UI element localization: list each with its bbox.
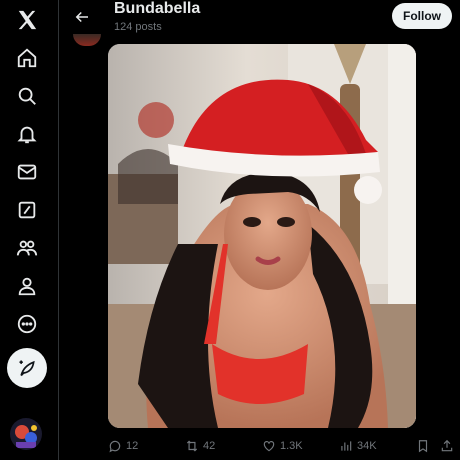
heart-icon [263,441,275,452]
search-icon[interactable] [7,76,47,116]
like-count: 1.3K [280,440,303,452]
like-button[interactable]: 1.3K [262,436,303,456]
profile-header: Bundabella 124 posts Follow [59,0,460,46]
notifications-icon[interactable] [7,114,47,154]
post-actions: 12 42 1.3K 34K [108,436,458,456]
follow-button[interactable]: Follow [392,3,452,29]
messages-icon[interactable] [7,152,47,192]
compose-post-button[interactable] [7,348,47,388]
more-icon[interactable] [7,304,47,344]
profile-name: Bundabella [114,0,201,17]
views-icon [341,441,352,451]
repost-button[interactable]: 42 [185,436,215,456]
view-count: 34K [357,440,377,452]
post-count: 124 posts [114,21,162,33]
account-avatar[interactable] [10,418,42,450]
share-button[interactable] [440,436,454,456]
post-image[interactable] [108,44,416,428]
repost-icon [186,440,198,452]
bookmark-icon [418,440,428,453]
compose-post-icon [19,360,35,377]
views-button[interactable]: 34K [339,436,377,456]
share-icon [441,439,453,452]
author-avatar[interactable] [73,34,101,46]
bookmark-button[interactable] [416,436,430,456]
home-icon[interactable] [7,38,47,78]
back-button[interactable] [69,4,95,30]
sidebar-nav [0,0,56,460]
back-arrow-icon [75,11,88,23]
reply-count: 12 [126,440,139,452]
profile-icon[interactable] [7,266,47,306]
column-divider [58,0,59,460]
grok-icon[interactable] [7,190,47,230]
x-logo-icon[interactable] [7,0,47,40]
reply-icon [109,440,121,453]
repost-count: 42 [203,440,216,452]
communities-icon[interactable] [7,228,47,268]
reply-button[interactable]: 12 [108,436,138,456]
